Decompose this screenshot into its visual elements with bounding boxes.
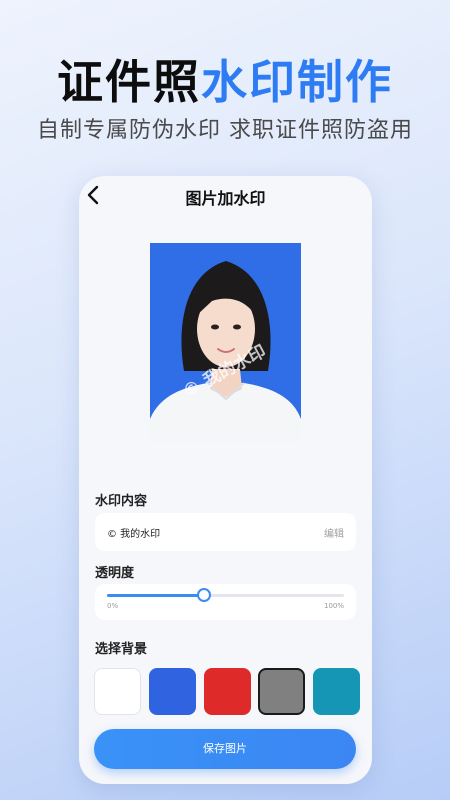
nav-bar: 图片加水印 [79,176,372,216]
id-photo: © 我的水印 [150,243,301,443]
headline-dark: 证件照 [57,55,201,109]
phone-screen: 图片加水印 © 我的水印 水印内容 © 我的水印 编辑 透明度 0% 100% … [79,176,372,784]
opacity-max-label: 100% [323,602,344,610]
background-label: 选择背景 [95,642,148,657]
edit-watermark-button[interactable]: 编辑 [324,525,344,540]
opacity-min-label: 0% [107,602,119,610]
opacity-slider-fill [107,594,205,597]
opacity-slider-card: 0% 100% [95,584,356,620]
headline-accent: 水印制作 [201,55,393,109]
background-swatch[interactable] [204,668,251,715]
promo-headline: 证件照水印制作 [0,46,450,112]
watermark-content-label: 水印内容 [95,494,148,509]
promo-subtitle: 自制专属防伪水印 求职证件照防盗用 [37,118,413,143]
background-swatch[interactable] [149,668,196,715]
watermark-content-card[interactable]: © 我的水印 编辑 [95,513,356,551]
opacity-label: 透明度 [95,566,135,581]
background-swatch[interactable] [94,668,141,715]
save-image-button[interactable]: 保存图片 [94,729,356,769]
opacity-slider-track[interactable] [107,588,344,602]
portrait-illustration [150,261,301,443]
background-swatch[interactable] [313,668,360,715]
background-swatch[interactable] [258,668,305,715]
watermark-value: © 我的水印 [107,529,161,540]
page-title: 图片加水印 [185,189,266,208]
opacity-slider-thumb[interactable] [197,588,212,602]
